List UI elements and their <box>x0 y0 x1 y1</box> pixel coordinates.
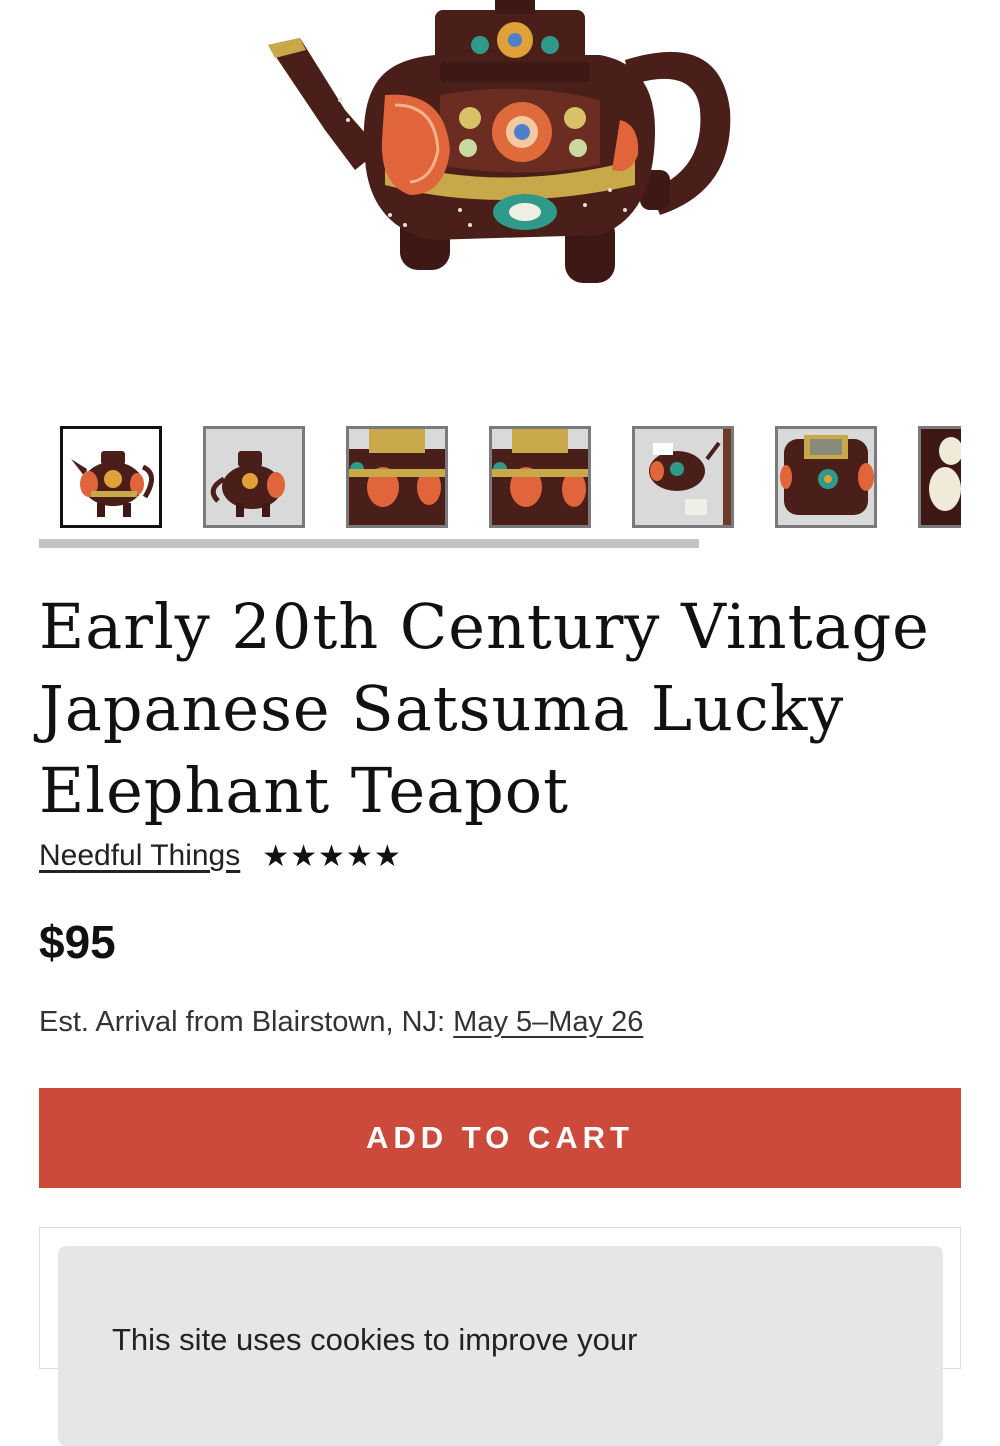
thumbnail-2[interactable] <box>203 426 305 528</box>
thumbnail-strip[interactable] <box>60 426 961 528</box>
teapot-thumbnail-image <box>492 429 588 525</box>
thumbnail-1[interactable] <box>60 426 162 528</box>
seller-rating-row: Needful Things ★★★★★ <box>39 836 402 876</box>
teapot-thumbnail-image <box>778 429 874 525</box>
rating-stars-icon: ★★★★★ <box>262 839 402 873</box>
product-title: Early 20th Century Vintage Japanese Sats… <box>39 590 930 827</box>
teapot-thumbnail-image <box>349 429 445 525</box>
thumbnail-scrollbar[interactable] <box>39 539 699 548</box>
arrival-prefix: Est. Arrival from Blairstown, NJ: <box>39 1006 454 1038</box>
cookie-banner: This site uses cookies to improve your <box>39 1227 961 1446</box>
thumbnail-5[interactable] <box>632 426 734 528</box>
cookie-message: This site uses cookies to improve your <box>112 1322 638 1357</box>
teapot-thumbnail-image <box>206 429 302 525</box>
thumbnail-6[interactable] <box>775 426 877 528</box>
teapot-thumbnail-image <box>63 429 159 525</box>
teapot-thumbnail-image <box>921 429 961 525</box>
seller-link[interactable]: Needful Things <box>39 839 240 873</box>
add-to-cart-button[interactable]: ADD TO CART <box>39 1088 961 1188</box>
teapot-illustration <box>268 0 731 283</box>
teapot-thumbnail-image <box>635 429 731 525</box>
product-price: $95 <box>39 916 116 968</box>
thumbnail-3[interactable] <box>346 426 448 528</box>
product-hero-image[interactable] <box>0 0 1000 400</box>
cookie-banner-panel: This site uses cookies to improve your <box>58 1246 943 1446</box>
estimated-arrival: Est. Arrival from Blairstown, NJ: May 5–… <box>39 1006 643 1039</box>
thumbnail-7[interactable] <box>918 426 961 528</box>
thumbnail-4[interactable] <box>489 426 591 528</box>
arrival-dates-link[interactable]: May 5–May 26 <box>453 1006 643 1038</box>
